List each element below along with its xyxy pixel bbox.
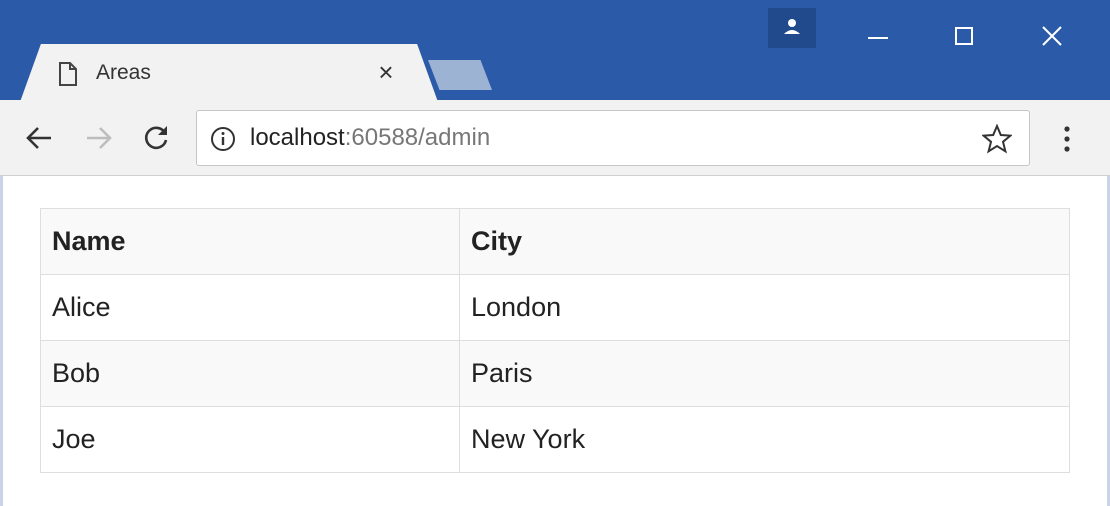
cell-city: London [459,274,1070,341]
cell-name: Joe [40,406,460,473]
table-row: Joe New York [40,406,1070,473]
url-text[interactable]: localhost:60588/admin [250,124,490,152]
info-icon[interactable] [210,126,236,152]
cell-name: Alice [40,274,460,341]
table-header-row: Name City [40,208,1070,275]
column-header-name: Name [40,208,460,275]
table-row: Alice London [40,274,1070,341]
maximize-icon[interactable] [948,20,980,52]
tab-title: Areas [96,61,151,84]
cell-name: Bob [40,340,460,407]
back-arrow-icon[interactable] [24,122,56,154]
url-path: :60588/admin [344,124,491,151]
cell-city: New York [459,406,1070,473]
profile-button[interactable] [768,8,816,48]
data-table: Name City Alice London Bob Paris Joe New… [40,208,1070,473]
table-row: Bob Paris [40,340,1070,407]
tab-close-icon[interactable]: × [372,58,400,86]
url-host: localhost [250,124,345,151]
forward-arrow-icon[interactable] [82,122,114,154]
window-border-left [0,176,3,506]
close-icon[interactable] [1036,20,1068,52]
kebab-menu-icon[interactable] [1056,124,1078,154]
minimize-icon[interactable] [862,20,894,52]
star-icon[interactable] [982,124,1012,154]
reload-icon[interactable] [140,122,172,154]
cell-city: Paris [459,340,1070,407]
profile-icon [784,19,800,34]
page-icon [59,62,77,86]
column-header-city: City [459,208,1070,275]
